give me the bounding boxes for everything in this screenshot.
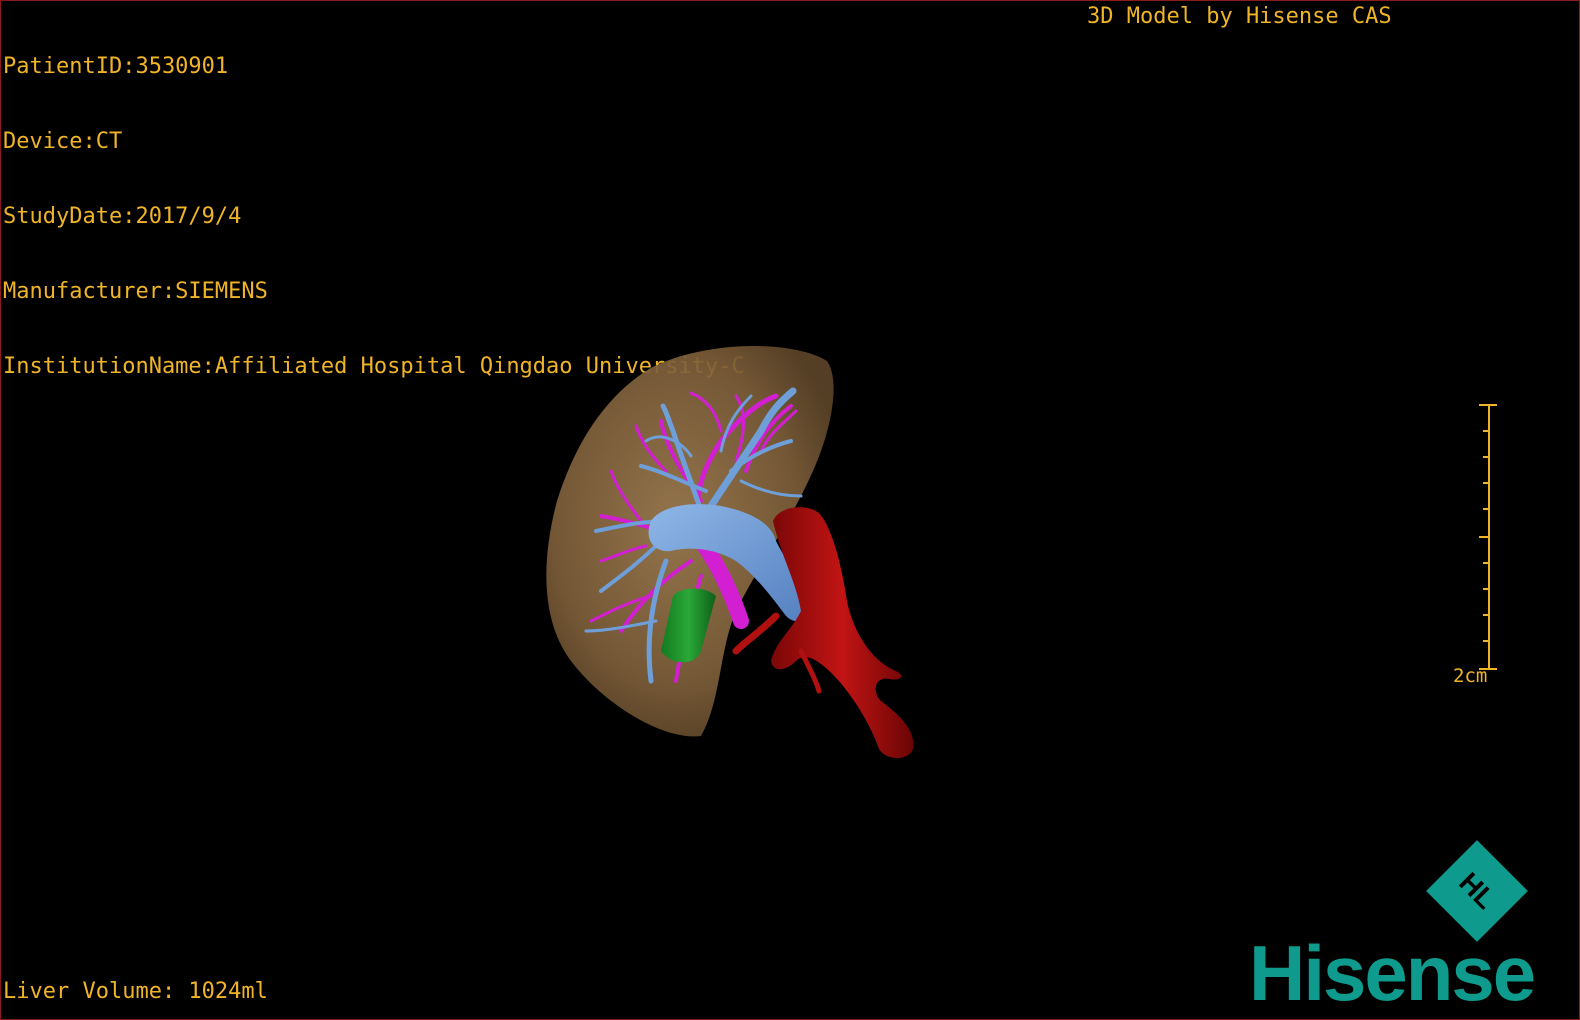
- hisense-emblem-icon: HL: [1426, 840, 1528, 942]
- liver-3d-model-render[interactable]: HL: [1, 1, 1579, 1019]
- scale-bar-label: 2cm: [1453, 665, 1488, 687]
- hisense-logo: Hisense: [1249, 929, 1536, 1017]
- 3d-viewport[interactable]: PatientID:3530901 Device:CT StudyDate:20…: [0, 0, 1580, 1020]
- liver-volume-text: Liver Volume: 1024ml: [3, 979, 268, 1004]
- scale-bar: [1479, 404, 1497, 670]
- inferior-vena-cava: [771, 507, 914, 758]
